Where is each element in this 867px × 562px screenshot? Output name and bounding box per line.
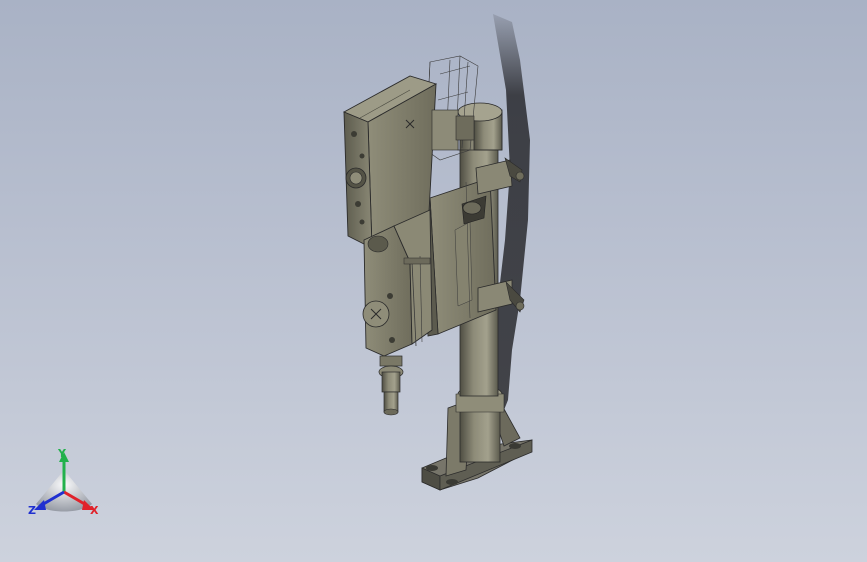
model-shadow (493, 14, 530, 420)
graphics-viewport[interactable]: Y X Z (0, 0, 867, 562)
spindle-bit[interactable] (378, 355, 404, 416)
3d-model-view[interactable] (0, 0, 867, 562)
coordinate-triad: Y X Z (22, 448, 106, 524)
z-axis-label: Z (28, 504, 36, 517)
y-axis-label: Y (58, 447, 66, 460)
post-base[interactable] (421, 385, 533, 491)
x-axis-label: X (90, 504, 99, 517)
